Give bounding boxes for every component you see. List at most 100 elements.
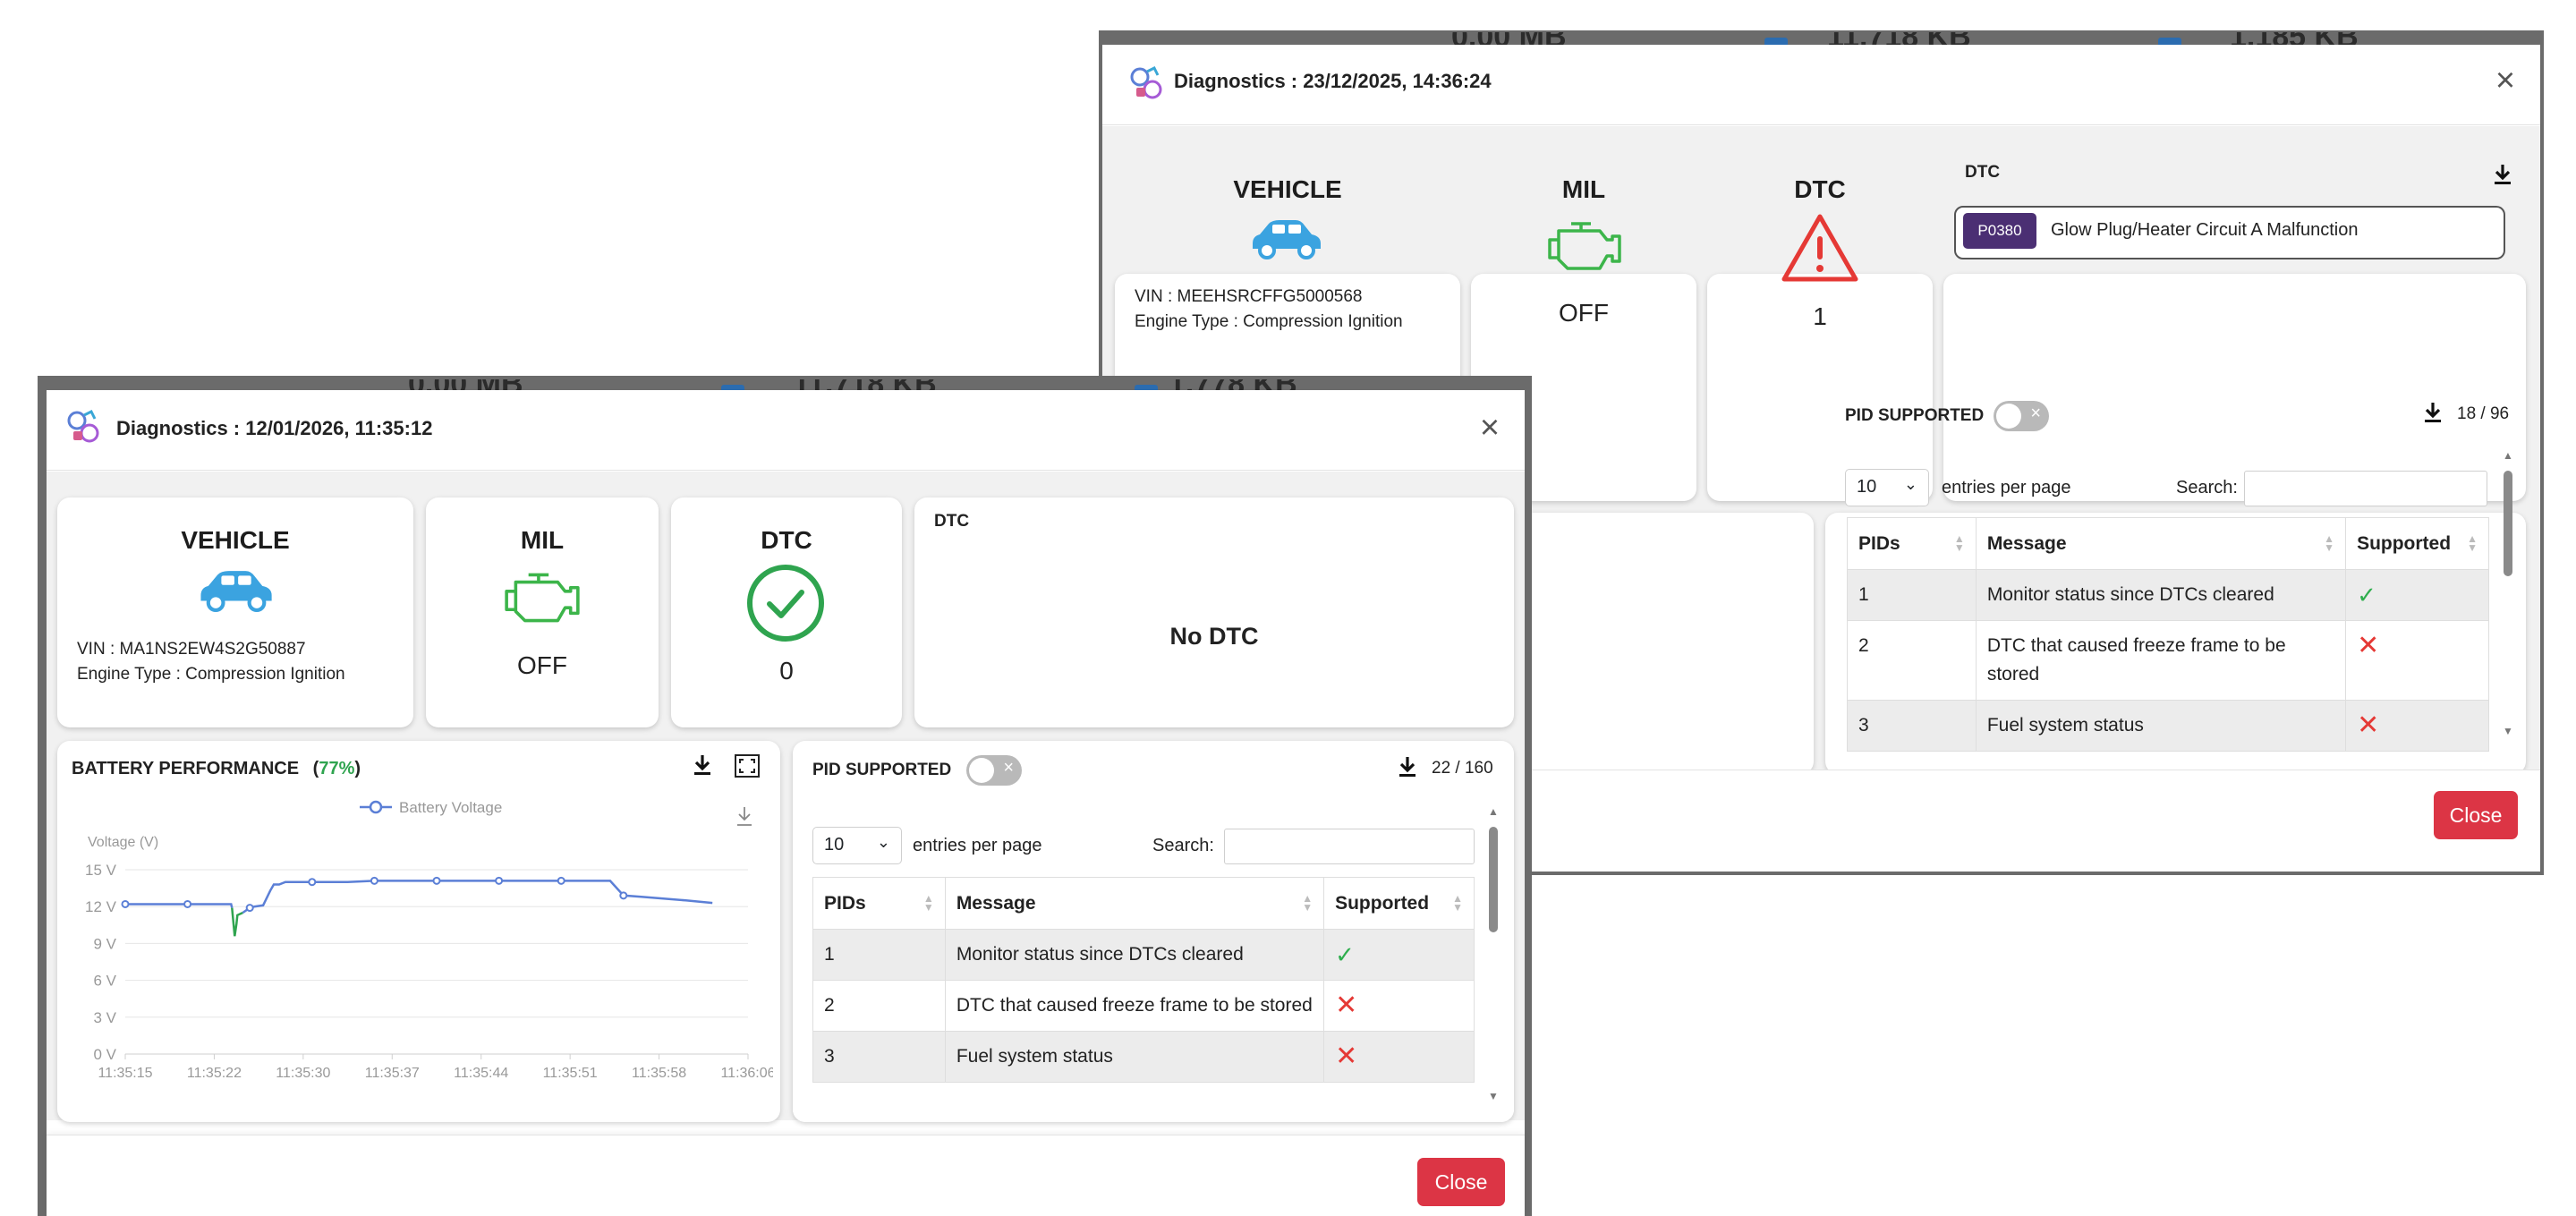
chevron-down-icon: ⌄ <box>876 833 890 851</box>
toggle-off-mark: × <box>2030 404 2041 423</box>
toggle-knob <box>969 758 994 783</box>
pid-cell: 1 <box>812 929 946 981</box>
data-point <box>370 876 378 885</box>
x-tick-label: 11:35:37 <box>365 1066 420 1081</box>
sort-icon: ▲ ▼ <box>1953 532 1965 554</box>
download-icon[interactable] <box>693 753 712 777</box>
pid-table: PIDs ▲ ▼ Message ▲ ▼ Supported ▲ ▼ 1 Monitor s… <box>1847 517 2489 752</box>
table-row: 3 Fuel system status ✕ <box>1847 700 2489 752</box>
dtc-list-title: DTC <box>934 512 970 531</box>
supported-check-icon: ✓ <box>2345 569 2489 621</box>
sort-icon: ▲ ▼ <box>2467 532 2478 554</box>
table-row: 1 Monitor status since DTCs cleared ✓ <box>812 929 1475 981</box>
pid-count: 22 / 160 <box>1432 759 1493 778</box>
diagnostics-icon <box>67 409 99 443</box>
column-header-pids[interactable]: PIDs ▲ ▼ <box>812 877 946 930</box>
pid-cell: 2 <box>812 980 946 1032</box>
message-cell: Fuel system status <box>944 1031 1325 1083</box>
y-tick-label: 15 V <box>85 862 117 879</box>
table-row: 3 Fuel system status ✕ <box>812 1031 1475 1083</box>
column-header-message[interactable]: Message ▲ ▼ <box>944 877 1325 930</box>
dtc-count-value: 0 <box>779 657 794 685</box>
toggle-off-mark: × <box>1003 758 1014 778</box>
engine-type-text: Engine Type : Compression Ignition <box>77 665 345 684</box>
engine-icon <box>505 573 580 623</box>
scroll-down-arrow[interactable]: ▼ <box>2502 725 2514 737</box>
engine-type-text: Engine Type : Compression Ignition <box>1135 312 1403 331</box>
pid-toggle-switch[interactable]: × <box>1994 401 2049 431</box>
x-tick-label: 11:35:44 <box>454 1066 508 1081</box>
scrollbar[interactable]: ▲ ▼ <box>1487 805 1500 1110</box>
check-circle-icon <box>747 565 824 642</box>
pid-toggle-switch[interactable]: × <box>966 755 1022 786</box>
battery-close-paren: ) <box>354 759 361 778</box>
x-tick-label: 11:35:22 <box>187 1066 242 1081</box>
y-tick-label: 12 V <box>85 898 117 915</box>
close-icon[interactable]: × <box>1475 411 1505 445</box>
scroll-up-arrow[interactable]: ▲ <box>1487 805 1500 818</box>
pid-cell: 3 <box>1847 700 1977 752</box>
close-icon[interactable]: × <box>2490 64 2521 98</box>
table-row: 2 DTC that caused freeze frame to be sto… <box>1847 620 2489 701</box>
table-overflow-mask <box>793 1110 1514 1122</box>
entries-per-page-label: entries per page <box>913 836 1042 855</box>
column-header-message[interactable]: Message ▲ ▼ <box>1975 517 2347 570</box>
search-input[interactable] <box>1224 829 1475 864</box>
download-icon[interactable] <box>2423 401 2443 424</box>
unsupported-cross-icon: ✕ <box>2345 700 2489 752</box>
download-icon[interactable] <box>1398 755 1417 778</box>
data-point <box>308 878 317 887</box>
engine-icon <box>1548 222 1621 270</box>
mil-title: MIL <box>520 526 565 554</box>
battery-title: BATTERY PERFORMANCE (77%) <box>72 759 361 779</box>
modal-header: Diagnostics : 23/12/2025, 14:36:24 × <box>1102 45 2540 125</box>
data-point <box>432 876 441 885</box>
entries-per-page-select[interactable]: 10 ⌄ <box>812 827 902 864</box>
data-point <box>183 899 192 908</box>
scroll-up-arrow[interactable]: ▲ <box>2502 449 2514 462</box>
message-cell: Monitor status since DTCs cleared <box>1975 569 2347 621</box>
car-icon <box>200 571 272 612</box>
warning-triangle-icon <box>1781 214 1858 282</box>
x-tick-label: 11:35:51 <box>543 1066 598 1081</box>
sort-icon: ▲ ▼ <box>922 892 934 914</box>
modal-title: Diagnostics : 12/01/2026, 11:35:12 <box>116 417 433 439</box>
entries-per-page-label: entries per page <box>1942 478 2071 497</box>
close-button[interactable]: Close <box>1417 1158 1505 1206</box>
dtc-chip[interactable]: P0380 Glow Plug/Heater Circuit A Malfunc… <box>1954 206 2505 259</box>
search-input[interactable] <box>2244 471 2487 506</box>
x-tick-label: 11:35:15 <box>98 1066 152 1081</box>
column-header-supported[interactable]: Supported ▲ ▼ <box>1323 877 1475 930</box>
fullscreen-icon[interactable] <box>734 753 761 778</box>
scroll-thumb[interactable] <box>1489 827 1498 932</box>
column-header-pids[interactable]: PIDs ▲ ▼ <box>1847 517 1977 570</box>
mil-title: MIL <box>1561 175 1606 203</box>
entries-per-page-select[interactable]: 10 ⌄ <box>1845 469 1929 506</box>
close-button[interactable]: Close <box>2434 791 2518 839</box>
download-icon[interactable] <box>2493 163 2512 186</box>
modal-header: Diagnostics : 12/01/2026, 11:35:12 × <box>47 390 1525 471</box>
chart-download-icon[interactable] <box>737 807 752 826</box>
y-axis-label: Voltage (V) <box>88 835 158 850</box>
data-point <box>121 899 130 908</box>
unsupported-cross-icon: ✕ <box>1323 1031 1475 1083</box>
diagnostics-icon <box>1130 65 1162 99</box>
mil-value: OFF <box>517 651 567 679</box>
scrollbar[interactable]: ▲ ▼ <box>2502 449 2514 744</box>
pid-table: PIDs ▲ ▼ Message ▲ ▼ Supported ▲ ▼ 1 Monitor s… <box>812 877 1475 1083</box>
dtc-list-card <box>914 497 1514 727</box>
column-header-supported[interactable]: Supported ▲ ▼ <box>2345 517 2489 570</box>
mil-value: OFF <box>1559 299 1609 327</box>
pid-cell: 1 <box>1847 569 1977 621</box>
x-tick-label: 11:36:06 <box>720 1066 773 1081</box>
chevron-down-icon: ⌄ <box>1903 475 1917 493</box>
scroll-down-arrow[interactable]: ▼ <box>1487 1090 1500 1102</box>
dtc-code-badge: P0380 <box>1963 213 2036 249</box>
y-tick-label: 6 V <box>93 973 116 990</box>
table-row: 1 Monitor status since DTCs cleared ✓ <box>1847 569 2489 621</box>
scroll-thumb[interactable] <box>2504 471 2512 576</box>
dtc-description: Glow Plug/Heater Circuit A Malfunction <box>2051 220 2359 240</box>
vin-text: VIN : MEEHSRCFFG5000568 <box>1135 287 1363 306</box>
dtc-list-title: DTC <box>1965 163 2001 182</box>
sort-icon: ▲ ▼ <box>1302 892 1314 914</box>
